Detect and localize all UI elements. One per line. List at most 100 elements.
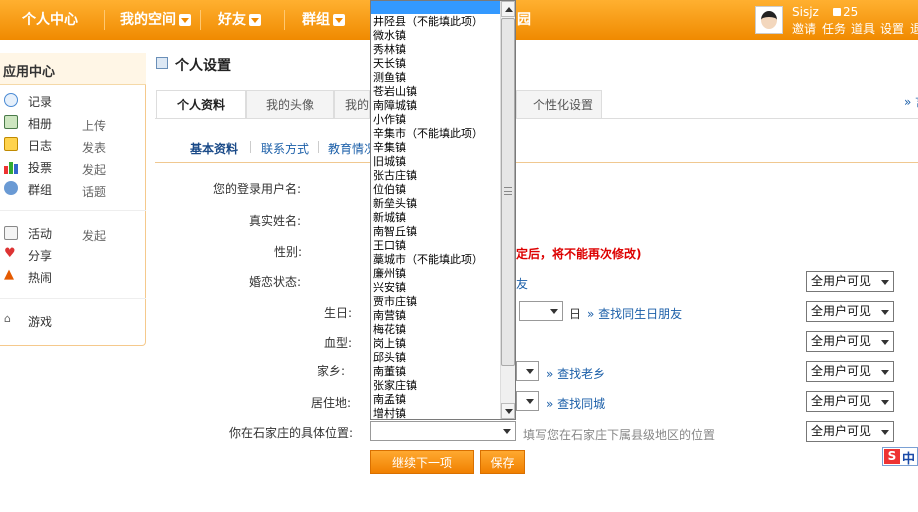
sidebar-item-record[interactable]: 记录 <box>28 93 52 110</box>
ime-mode-text: 中 <box>902 452 916 467</box>
sidebar-item-group[interactable]: 群组 <box>28 181 52 198</box>
dropdown-option[interactable]: 微水镇 <box>373 29 406 43</box>
dropdown-option[interactable]: 苍岩山镇 <box>373 85 417 99</box>
settings-link[interactable]: 设置 <box>880 20 904 37</box>
username-label: 您的登录用户名: <box>213 182 302 196</box>
chevron-down-icon <box>499 423 514 439</box>
scroll-up-arrow-icon[interactable] <box>501 1 515 17</box>
dropdown-option[interactable]: 新垒头镇 <box>373 197 417 211</box>
subtab-contact[interactable]: 联系方式 <box>261 140 309 157</box>
next-button[interactable]: 继续下一项 <box>370 450 474 474</box>
logout-link[interactable]: 退 <box>910 20 918 37</box>
dropdown-option[interactable]: 南障城镇 <box>373 99 417 113</box>
dropdown-option[interactable]: 张家庄镇 <box>373 379 417 393</box>
dropdown-option[interactable]: 南智丘镇 <box>373 225 417 239</box>
dropdown-option[interactable]: 岗上镇 <box>373 337 406 351</box>
dropdown-option[interactable]: 藁城市（不能填此项） <box>373 253 483 267</box>
birthday-visibility-select[interactable]: 全用户可见 <box>806 301 894 322</box>
dropdown-option[interactable]: 南董镇 <box>373 365 406 379</box>
game-icon: ⌂ <box>4 312 11 325</box>
sidebar-item-album[interactable]: 相册 <box>28 115 52 132</box>
page-title: 个人设置 <box>175 58 231 74</box>
nav-friends[interactable]: 好友 <box>218 0 261 40</box>
group-topic-link[interactable]: 话题 <box>82 183 106 200</box>
dropdown-option[interactable]: 贾市庄镇 <box>373 295 417 309</box>
scroll-down-arrow-icon[interactable] <box>501 403 515 419</box>
tab-my[interactable]: 我的 <box>334 90 370 118</box>
birthday-day-select[interactable] <box>519 301 563 321</box>
blood-visibility-select[interactable]: 全用户可见 <box>806 331 894 352</box>
settings-title-icon <box>156 57 168 69</box>
sidebar-item-game[interactable]: 游戏 <box>28 313 52 330</box>
save-button[interactable]: 保存 <box>480 450 525 474</box>
hometown-visibility-select[interactable]: 全用户可见 <box>806 361 894 382</box>
dropdown-option[interactable]: 测鱼镇 <box>373 71 406 85</box>
location-label: 你在石家庄的具体位置: <box>229 426 354 440</box>
visibility-value: 全用户可见 <box>811 304 872 318</box>
tasks-link[interactable]: 任务 <box>822 20 846 37</box>
tab-personalize[interactable]: 个性化设置 <box>516 90 602 118</box>
dropdown-option[interactable]: 井陉县（不能填此项） <box>373 15 483 29</box>
hometown-select[interactable] <box>516 361 539 381</box>
dropdown-option[interactable]: 位伯镇 <box>373 183 406 197</box>
sidebar-item-event[interactable]: 活动 <box>28 225 52 242</box>
sidebar-item-hot[interactable]: 热闹 <box>28 269 52 286</box>
sidebar-title: 应用中心 <box>3 65 56 80</box>
dropdown-option[interactable]: 张古庄镇 <box>373 169 417 183</box>
subtab-basic[interactable]: 基本资料 <box>190 140 238 157</box>
album-upload-link[interactable]: 上传 <box>82 117 106 134</box>
ime-indicator[interactable]: S 中 <box>882 447 918 467</box>
username-text: Sisjz <box>792 5 819 19</box>
dropdown-option[interactable]: 旧城镇 <box>373 155 406 169</box>
dropdown-option[interactable]: 邱头镇 <box>373 351 406 365</box>
avatar[interactable] <box>755 6 783 34</box>
chevron-down-icon <box>877 363 892 380</box>
find-hometown-link[interactable]: » 查找老乡 <box>546 365 605 382</box>
dropdown-option[interactable]: 辛集镇 <box>373 141 406 155</box>
scrollbar-grip-icon <box>504 187 512 195</box>
dropdown-option[interactable]: 廉州镇 <box>373 267 406 281</box>
nav-label: 好友 <box>218 12 246 28</box>
dropdown-option[interactable]: 王口镇 <box>373 239 406 253</box>
nav-personal-center[interactable]: 个人中心 <box>22 0 78 40</box>
birthday-label: 生日: <box>324 306 353 320</box>
event-create-link[interactable]: 发起 <box>82 227 106 244</box>
username-link[interactable]: Sisjz <box>792 5 819 19</box>
dropdown-option[interactable]: 新城镇 <box>373 211 406 225</box>
dropdown-option[interactable]: 秀林镇 <box>373 43 406 57</box>
blog-post-link[interactable]: 发表 <box>82 139 106 156</box>
nav-my-space[interactable]: 我的空间 <box>120 0 191 40</box>
tab-avatar[interactable]: 我的头像 <box>246 90 334 118</box>
dropdown-option[interactable]: 南孟镇 <box>373 393 406 407</box>
location-select[interactable] <box>370 421 516 441</box>
dropdown-option[interactable]: 兴安镇 <box>373 281 406 295</box>
calendar-icon <box>4 226 18 240</box>
invite-link[interactable]: 邀请 <box>792 20 816 37</box>
residence-select[interactable] <box>516 391 539 411</box>
residence-visibility-select[interactable]: 全用户可见 <box>806 391 894 412</box>
find-residence-link[interactable]: » 查找同城 <box>546 395 605 412</box>
more-link[interactable]: » 言 <box>904 93 918 110</box>
dropdown-option[interactable]: 梅花镇 <box>373 323 406 337</box>
nav-partial-item[interactable]: 园 <box>517 0 531 40</box>
dropdown-option[interactable]: 辛集市（不能填此项） <box>373 127 483 141</box>
location-hint: 填写您在石家庄下属县级地区的位置 <box>523 428 716 442</box>
poll-create-link[interactable]: 发起 <box>82 161 106 178</box>
location-dropdown-list[interactable]: 井陉县（不能填此项） 微水镇 秀林镇 天长镇 测鱼镇 苍岩山镇 南障城镇 小作镇 辛集市（不能填… <box>370 0 516 420</box>
dropdown-option[interactable]: 天长镇 <box>373 57 406 71</box>
location-visibility-select[interactable]: 全用户可见 <box>806 421 894 442</box>
marital-link[interactable]: 友 <box>516 275 528 292</box>
subtab-education[interactable]: 教育情况 <box>328 140 376 157</box>
nav-groups[interactable]: 群组 <box>302 0 345 40</box>
dropdown-option[interactable]: 增村镇 <box>373 407 406 419</box>
visibility-value: 全用户可见 <box>811 364 872 378</box>
sidebar-item-share[interactable]: 分享 <box>28 247 52 264</box>
dropdown-option[interactable]: 南营镇 <box>373 309 406 323</box>
marital-visibility-select[interactable]: 全用户可见 <box>806 271 894 292</box>
sidebar-item-poll[interactable]: 投票 <box>28 159 52 176</box>
props-link[interactable]: 道具 <box>851 20 875 37</box>
find-birthday-friends-link[interactable]: » 查找同生日朋友 <box>587 305 682 322</box>
sidebar-item-blog[interactable]: 日志 <box>28 137 52 154</box>
tab-profile[interactable]: 个人资料 <box>156 90 246 119</box>
dropdown-option[interactable]: 小作镇 <box>373 113 406 127</box>
